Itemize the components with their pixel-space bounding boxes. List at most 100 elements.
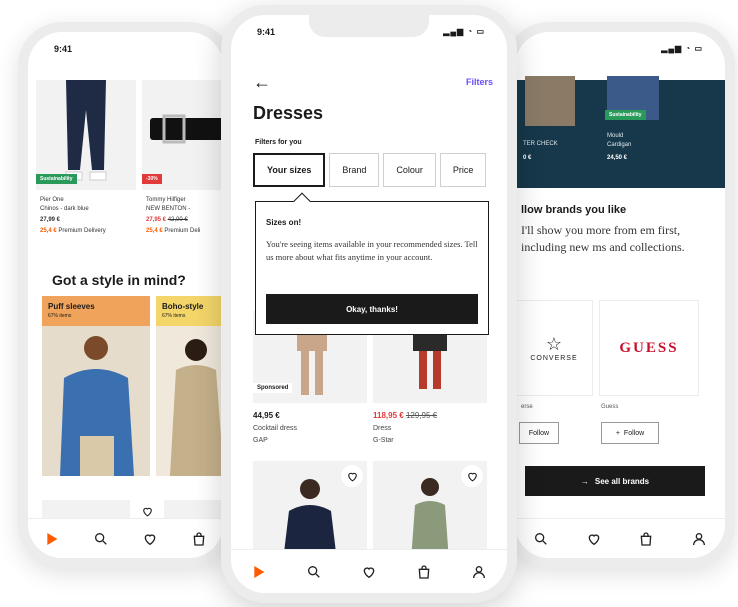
sustainability-badge: Sustainability: [605, 110, 646, 120]
product-price: 24,50 €: [607, 155, 628, 161]
search-icon[interactable]: [531, 529, 551, 549]
okay-thanks-button[interactable]: Okay, thanks!: [266, 294, 478, 324]
search-icon[interactable]: [304, 562, 324, 582]
model-image: [156, 326, 223, 476]
status-icons: ▂▄▆ ◔ ▭: [443, 27, 485, 36]
chip-colour[interactable]: Colour: [383, 153, 436, 187]
heart-icon[interactable]: [359, 562, 379, 582]
product-name: TER CHECK: [523, 141, 558, 147]
product-price-row: 118,95 € 129,95 €: [373, 411, 437, 420]
product-price: 0 €: [523, 155, 532, 161]
phone-left: 9:41 Sustainability -30% Pier One Chinos…: [18, 22, 233, 568]
search-icon[interactable]: [91, 529, 111, 549]
product-card[interactable]: [373, 461, 487, 561]
product-price: 118,95 €: [373, 411, 404, 420]
tab-bar: [231, 549, 507, 593]
bag-icon[interactable]: [414, 562, 434, 582]
promo-price: 25,4 €: [40, 228, 57, 234]
plus-icon: +: [615, 429, 620, 437]
product-band: Sustainability TER CHECK 0 € Mould Cardi…: [515, 76, 725, 188]
discount-badge: -30%: [142, 174, 162, 184]
guess-logo: GUESS: [619, 339, 679, 356]
style-title: Puff sleeves: [48, 302, 95, 311]
home-icon[interactable]: [249, 562, 269, 582]
product-name: NEW BENTON -: [146, 206, 191, 212]
product-price: 27,95 €: [146, 217, 167, 223]
product-price-row: 27,95 € 42,00 €: [146, 216, 188, 225]
section-body: I'll show you more from em first, includ…: [521, 223, 685, 254]
see-all-label: See all brands: [594, 476, 650, 486]
phone-center: 9:41 ▂▄▆ ◔ ▭ ← Filters Dresses Filters f…: [221, 5, 517, 603]
product-price: 27,99 €: [40, 217, 61, 223]
style-card-boho[interactable]: Boho-style 67% items: [156, 296, 223, 476]
popover-arrow: [293, 192, 311, 210]
product-name: Chinos - dark blue: [40, 206, 89, 212]
phone-right-screen: ▂▄▆ ◔ ▭ Sustainability TER CHECK 0 € Mou…: [515, 32, 725, 558]
profile-icon[interactable]: [469, 562, 489, 582]
product-image[interactable]: Sustainability: [36, 80, 136, 190]
status-time: 9:41: [54, 44, 73, 54]
home-icon[interactable]: [42, 529, 62, 549]
phone-left-screen: 9:41 Sustainability -30% Pier One Chinos…: [28, 32, 223, 558]
brand-name: Guess: [601, 404, 619, 410]
popover-body: You're seeing items available in your re…: [266, 239, 478, 262]
product-brand: G-Star: [373, 437, 394, 444]
promo-label: Premium Delivery: [58, 228, 106, 234]
popover-title: Sizes on!: [266, 218, 302, 227]
see-all-brands-button[interactable]: → See all brands: [525, 466, 705, 496]
product-card[interactable]: [253, 461, 367, 561]
style-subtitle: 67% items: [162, 313, 186, 319]
brand-card-converse[interactable]: ☆ CONVERSE: [515, 300, 593, 396]
back-arrow-icon[interactable]: ←: [253, 73, 271, 91]
status-time: 9:41: [257, 27, 276, 37]
brand-name: erse: [521, 404, 533, 410]
status-icons: ▂▄▆ ◔ ▭: [661, 44, 703, 53]
product-brand: Tommy Hilfiger: [146, 197, 186, 203]
product-promo: 25,4 € Premium Deli: [146, 227, 200, 236]
filters-for-you-label: Filters for you: [255, 139, 302, 146]
product-price: 44,95 €: [253, 411, 280, 420]
product-name: Dress: [373, 425, 392, 432]
model-image: [42, 326, 150, 476]
sponsored-label: Sponsored: [253, 383, 293, 393]
bag-icon[interactable]: [189, 529, 209, 549]
brand-card-guess[interactable]: GUESS: [599, 300, 699, 396]
chip-brand[interactable]: Brand: [329, 153, 380, 187]
product-brand: Pier One: [40, 197, 64, 203]
notch: [309, 15, 429, 37]
product-name: Cardigan: [607, 142, 632, 148]
wishlist-heart-icon[interactable]: [341, 465, 363, 487]
bag-icon[interactable]: [636, 529, 656, 549]
heart-icon[interactable]: [584, 529, 604, 549]
chip-your-sizes[interactable]: Your sizes: [253, 153, 326, 187]
converse-logo: ☆ CONVERSE: [530, 334, 578, 362]
page-title: Dresses: [253, 103, 324, 123]
profile-icon[interactable]: [689, 529, 709, 549]
product-brand: Mould: [607, 133, 624, 139]
old-price: 42,00 €: [167, 217, 188, 223]
old-price: 129,95 €: [405, 411, 438, 420]
section-heading: Got a style in mind?: [52, 272, 186, 288]
style-card-puff-sleeves[interactable]: Puff sleeves 67% items: [42, 296, 150, 476]
filters-link[interactable]: Filters: [466, 77, 493, 87]
product-image[interactable]: -30%: [142, 80, 223, 190]
product-name: Cocktail dress: [253, 425, 297, 432]
tab-bar: [28, 518, 223, 558]
sizes-popover: Sizes on! You're seeing items available …: [255, 192, 489, 335]
filter-chips: Your sizes Brand Colour Price: [253, 153, 487, 187]
phone-center-screen: 9:41 ▂▄▆ ◔ ▭ ← Filters Dresses Filters f…: [231, 15, 507, 593]
follow-label: Follow: [623, 429, 645, 437]
chip-price[interactable]: Price: [439, 153, 487, 187]
follow-button[interactable]: + Follow: [601, 422, 659, 444]
promo-price: 25,4 €: [146, 228, 163, 234]
follow-button[interactable]: Follow: [519, 422, 559, 444]
heart-icon[interactable]: [140, 529, 160, 549]
product-promo: 25,4 € Premium Delivery: [40, 227, 106, 236]
section-heading: llow brands you like: [521, 204, 627, 216]
promo-label: Premium Deli: [164, 228, 201, 234]
wishlist-heart-icon[interactable]: [461, 465, 483, 487]
tab-bar: [515, 518, 725, 558]
follow-label: Follow: [528, 429, 550, 437]
product-brand: GAP: [253, 437, 268, 444]
style-title: Boho-style: [162, 302, 204, 311]
